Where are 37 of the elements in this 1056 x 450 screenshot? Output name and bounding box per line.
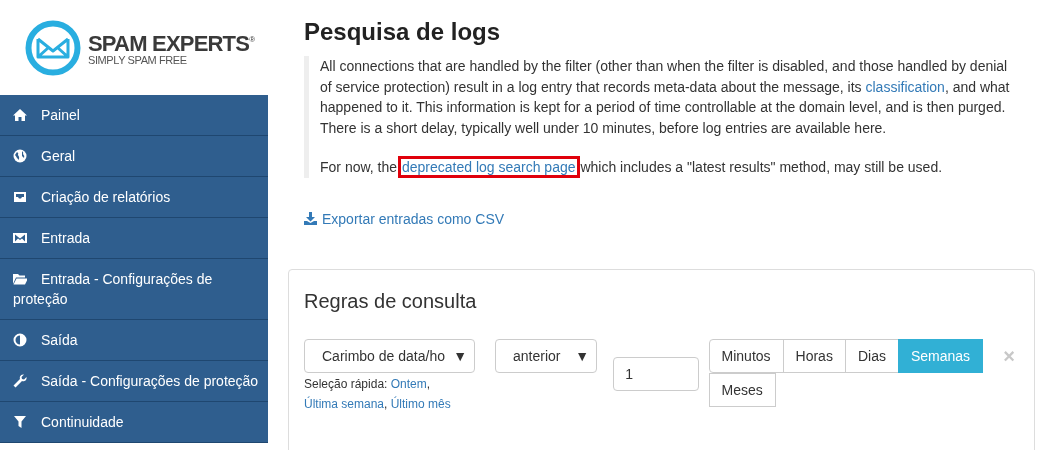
unit-toggle-button[interactable]: Horas	[782, 338, 846, 373]
logo-name: SPAM EXPERTS$^{®}$	[88, 30, 255, 54]
inbox-icon	[13, 190, 27, 204]
unit-toggle-button[interactable]: Meses	[708, 372, 776, 407]
card-title: Regras de consulta	[304, 288, 478, 313]
sidebar-item[interactable]: Entrada - Configurações de proteção	[0, 259, 268, 320]
download-icon	[304, 212, 317, 225]
globe-icon	[13, 149, 27, 163]
filter-icon	[13, 415, 27, 429]
folder-icon	[13, 272, 27, 286]
unit-toggle-button[interactable]: Minutos	[708, 338, 784, 373]
quick-select-link[interactable]: Último mês	[390, 396, 451, 411]
sidebar-item[interactable]: Saída	[0, 320, 268, 361]
quick-select-text: Seleção rápida: Ontem, Última semana, Último mês	[304, 375, 452, 413]
envelope-logo-icon	[25, 19, 81, 76]
value-field[interactable]: 1	[613, 356, 699, 391]
operator-dropdown[interactable]: anterior ▼	[495, 338, 598, 373]
text-link[interactable]: deprecated log search page	[400, 159, 577, 175]
sidebar-item[interactable]: Saída - Configurações de proteção	[0, 361, 268, 402]
sidebar-item[interactable]: Criação de relatórios	[0, 177, 268, 218]
sidebar-item[interactable]: Continuidade	[0, 402, 268, 443]
sidebar-item[interactable]: Geral	[0, 136, 268, 177]
page-title: Pesquisa de logs	[304, 18, 502, 46]
field-dropdown[interactable]: Carimbo de data/ho ▼	[304, 338, 475, 373]
export-csv-link[interactable]: Exportar entradas como CSV	[322, 210, 505, 227]
logo-tagline: SIMPLY SPAM FREE	[88, 54, 188, 66]
unit-toggle-button[interactable]: Dias	[844, 338, 899, 373]
wrench-icon	[13, 374, 27, 388]
paragraph: All connections that are handled by the filter (other than when the filter is disabled, and those handled by denial of service protection) result in a log entry that records meta-data about the message, its classification, and what happened to it. This information is kept for a period of time controllable at the domain level, and is then purged. There is a short delay, typically well under 10 minutes, before log entries are available here.	[320, 57, 1011, 138]
home-icon	[13, 108, 27, 122]
paragraph: For now, the deprecated log search page which includes a "latest results" method, may still be used.	[320, 157, 1019, 178]
text-link[interactable]: classification	[865, 78, 945, 95]
sidebar-item[interactable]: Entrada	[0, 218, 268, 259]
quick-select-link[interactable]: Ontem	[390, 376, 427, 391]
sidebar-item[interactable]: Painel	[0, 95, 268, 136]
envelope-icon	[13, 231, 27, 245]
contrast-icon	[13, 333, 27, 347]
